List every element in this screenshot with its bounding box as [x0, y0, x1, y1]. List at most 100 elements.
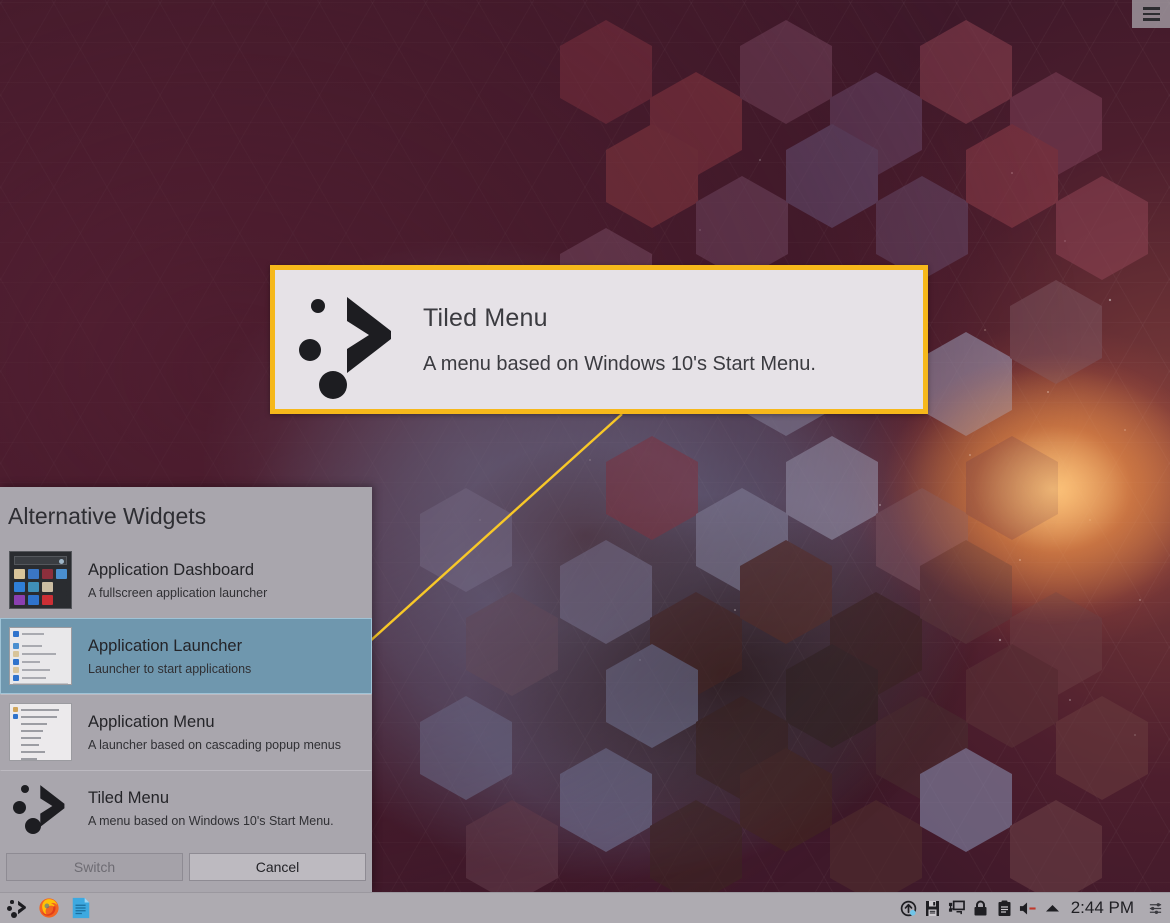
tiled-menu-chevron-icon	[40, 785, 65, 827]
thumb-icon	[56, 582, 67, 592]
system-tray[interactable]: 2:44 PM	[897, 894, 1170, 923]
tray-removable-device[interactable]	[921, 894, 944, 923]
list-item-name: Application Dashboard	[88, 560, 255, 579]
tiled-menu-icon	[9, 779, 72, 837]
list-item-text: Application Menu A launcher based on cas…	[88, 713, 341, 752]
removable-device-icon	[925, 900, 939, 916]
thumb-row	[13, 651, 68, 657]
list-item-application-menu[interactable]: Application Menu A launcher based on cas…	[0, 694, 372, 770]
callout-description: A menu based on Windows 10's Start Menu.	[423, 352, 816, 375]
tray-clipboard[interactable]	[993, 894, 1016, 923]
thumb-icon	[14, 569, 25, 579]
callout-title: Tiled Menu	[423, 303, 548, 332]
alternative-widgets-list[interactable]: Application Dashboard A fullscreen appli…	[0, 542, 372, 847]
tiled-menu-launcher-icon	[6, 898, 28, 918]
hamburger-bar-3	[1142, 18, 1160, 21]
chevron-up-icon	[1045, 905, 1059, 912]
cancel-button[interactable]: Cancel	[189, 853, 366, 881]
tiled-menu-dot-medium	[7, 906, 12, 911]
thumb-row	[13, 675, 68, 681]
thumb-row	[13, 735, 68, 740]
tiled-menu-dot-large	[319, 370, 347, 399]
list-item-description: A launcher based on cascading popup menu…	[88, 737, 341, 752]
tray-expand-arrow[interactable]	[1041, 894, 1064, 923]
panel-settings-button[interactable]	[1144, 894, 1167, 923]
thumb-row	[13, 659, 68, 665]
clipboard-icon	[998, 900, 1011, 916]
hamburger-bar-2	[1142, 12, 1160, 16]
list-item-name: Application Menu	[88, 712, 215, 731]
tray-volume[interactable]	[1017, 894, 1040, 923]
launcher-thumbnail	[9, 627, 72, 685]
taskbar-clock[interactable]: 2:44 PM	[1065, 898, 1143, 918]
taskbar-tiled-menu-launcher[interactable]	[2, 894, 32, 923]
desktop-toolbox-button[interactable]	[1132, 0, 1170, 28]
list-item-text: Application Dashboard A fullscreen appli…	[88, 561, 267, 600]
thumb-icon	[56, 569, 67, 579]
taskbar-panel[interactable]: 2:44 PM	[0, 892, 1170, 923]
alternative-widgets-dialog[interactable]: Alternative Widgets Application Dashboar…	[0, 487, 372, 893]
thumb-icon	[14, 595, 25, 605]
tiled-menu-dot-small	[10, 900, 14, 904]
list-item-application-dashboard[interactable]: Application Dashboard A fullscreen appli…	[0, 542, 372, 618]
thumb-icon	[28, 595, 39, 605]
tiled-menu-chevron-icon	[18, 900, 26, 915]
tray-software-updates[interactable]	[897, 894, 920, 923]
taskbar-text-editor-launcher[interactable]	[66, 894, 96, 923]
desktop[interactable]: Tiled Menu A menu based on Windows 10's …	[0, 0, 1170, 923]
network-icon	[948, 900, 965, 915]
list-item-name: Tiled Menu	[88, 788, 170, 807]
thumb-row	[13, 707, 68, 712]
lock-icon	[974, 900, 987, 915]
thumb-icon	[28, 582, 39, 592]
thumb-row	[13, 749, 68, 754]
tray-network[interactable]	[945, 894, 968, 923]
tiled-menu-dot-medium	[13, 801, 26, 814]
thumb-row	[13, 667, 68, 673]
thumb-row	[13, 721, 68, 726]
thumbnail-icon-grid	[14, 569, 67, 605]
list-item-text: Tiled Menu A menu based on Windows 10's …	[88, 789, 334, 828]
software-updates-icon	[900, 900, 916, 916]
thumbnail-search-field	[14, 556, 67, 565]
callout-tooltip: Tiled Menu A menu based on Windows 10's …	[270, 265, 928, 414]
menu-thumbnail	[9, 703, 72, 761]
taskbar-firefox-launcher[interactable]	[34, 894, 64, 923]
thumb-footer	[13, 683, 68, 684]
thumb-icon	[42, 582, 53, 592]
dashboard-thumbnail	[9, 551, 72, 609]
taskbar-launchers[interactable]	[0, 894, 96, 923]
list-item-text: Application Launcher Launcher to start a…	[88, 637, 251, 676]
tiled-menu-dot-medium	[299, 338, 321, 361]
list-item-description: A fullscreen application launcher	[88, 585, 268, 600]
thumb-icon	[28, 569, 39, 579]
tiled-menu-dot-small	[311, 298, 325, 313]
thumb-row	[13, 756, 68, 760]
thumb-icon	[42, 595, 53, 605]
tiled-menu-chevron-icon	[347, 296, 391, 373]
text-editor-icon	[72, 897, 90, 919]
list-item-tiled-menu[interactable]: Tiled Menu A menu based on Windows 10's …	[0, 770, 372, 846]
firefox-icon	[39, 898, 59, 918]
thumb-row	[13, 643, 68, 649]
thumb-icon	[14, 582, 25, 592]
thumb-row	[13, 714, 68, 719]
dialog-title: Alternative Widgets	[8, 503, 207, 529]
switch-button[interactable]: Switch	[6, 853, 183, 881]
thumb-icon	[56, 595, 67, 605]
volume-muted-icon	[1020, 902, 1036, 914]
tray-security-lock[interactable]	[969, 894, 992, 923]
thumb-row	[13, 631, 68, 637]
panel-settings-icon	[1149, 902, 1162, 914]
list-item-description: Launcher to start applications	[88, 661, 252, 676]
tiled-menu-dot-small	[21, 785, 29, 793]
list-item-application-launcher[interactable]: Application Launcher Launcher to start a…	[0, 618, 372, 694]
list-item-description: A menu based on Windows 10's Start Menu.	[88, 813, 334, 828]
callout-text-block: Tiled Menu A menu based on Windows 10's …	[411, 304, 816, 376]
thumb-row	[13, 742, 68, 747]
hamburger-bar-1	[1142, 7, 1160, 10]
thumb-row	[13, 728, 68, 733]
tiled-menu-icon	[293, 285, 411, 399]
dialog-button-row: Switch Cancel	[0, 847, 372, 893]
list-item-name: Application Launcher	[88, 636, 243, 655]
